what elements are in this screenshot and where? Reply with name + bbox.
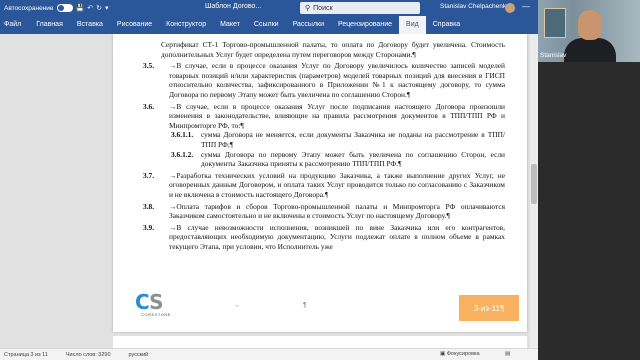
word-count[interactable]: Число слов: 3290 (62, 352, 111, 358)
chevron-down-icon[interactable]: ▾ (105, 4, 109, 12)
language-indicator[interactable]: русский (125, 352, 149, 358)
title-bar: Автосохранение 💾 ↶ ↻ ▾ Шаблон Догово... … (0, 0, 538, 16)
tab-view[interactable]: Вид (399, 16, 426, 34)
undo-icon[interactable]: ↶ (87, 4, 93, 12)
quick-access-toolbar: Автосохранение 💾 ↶ ↻ ▾ (0, 4, 150, 12)
paragraph-3-6-1-1: 3.6.1.1. сумма Договора не меняется, есл… (171, 130, 505, 149)
paragraph-number: 3.6.1.2. (171, 149, 194, 159)
tab-design[interactable]: Конструктор (159, 16, 213, 34)
paragraph-number: 3.6. (143, 101, 155, 111)
footer-pilcrow: ¶ (303, 302, 307, 309)
company-logo: CS CORESTONE (135, 292, 177, 322)
autosave-label: Автосохранение (4, 4, 54, 12)
paragraph-number: 3.8. (143, 201, 155, 211)
paragraph-text: →В случае, если в процессе оказания Услу… (169, 61, 505, 99)
tab-review[interactable]: Рецензирование (331, 16, 399, 34)
paragraph-text: →Оплата тарифов и сборов Торгово-промышл… (169, 201, 505, 221)
document-body[interactable]: Сертификат СТ-1 Торгово-промышленной пал… (143, 40, 505, 251)
paragraph-number: 3.7. (143, 170, 155, 180)
document-page[interactable]: Сертификат СТ-1 Торгово-промышленной пал… (113, 34, 527, 332)
toggle-knob (57, 5, 64, 11)
scroll-thumb[interactable] (531, 164, 537, 204)
paragraph-3-5: 3.5. →В случае, если в процессе оказания… (143, 61, 505, 99)
focus-mode-button[interactable]: ▣ Фокусировка (440, 351, 480, 357)
paragraph-text: сумма Договора по первому Этапу может бы… (201, 149, 505, 169)
save-icon[interactable]: 💾 (76, 4, 85, 12)
tab-home[interactable]: Главная (29, 16, 70, 34)
avatar[interactable] (505, 3, 515, 13)
search-placeholder: Поиск (313, 4, 333, 12)
word-window: Автосохранение 💾 ↶ ↻ ▾ Шаблон Догово... … (0, 0, 538, 360)
tab-layout[interactable]: Макет (213, 16, 247, 34)
logo-letter-s: S (149, 290, 163, 314)
search-input[interactable]: ⚲ Поиск (300, 2, 420, 14)
vertical-scrollbar[interactable] (530, 34, 538, 348)
logo-letter-c: C (135, 290, 150, 314)
paragraph-number: 3.5. (143, 61, 155, 71)
minimize-button[interactable]: — (522, 2, 530, 11)
paragraph: Сертификат СТ-1 Торгово-промышленной пал… (161, 40, 505, 59)
person-head (578, 10, 602, 40)
paragraph-text: →В случае, если в процессе оказания Услу… (169, 101, 505, 130)
ribbon-tabs: Файл Главная Вставка Рисование Конструкт… (0, 16, 538, 34)
tab-references[interactable]: Ссылки (247, 16, 286, 34)
page-number-badge: 3·из·11¶ (459, 295, 519, 321)
document-title[interactable]: Шаблон Догово... (205, 3, 261, 10)
next-page[interactable] (113, 336, 527, 348)
paragraph-text: →Разработка технических условий на проду… (169, 170, 505, 199)
redo-icon[interactable]: ↻ (96, 4, 102, 12)
paragraph-text: сумма Договора не меняется, если докумен… (201, 130, 505, 149)
tab-insert[interactable]: Вставка (70, 16, 110, 34)
tab-file[interactable]: Файл (0, 16, 29, 34)
paragraph-text: Сертификат СТ-1 Торгово-промышленной пал… (161, 40, 505, 59)
paragraph-3-7: 3.7. →Разработка технических условий на … (143, 171, 505, 200)
focus-label: Фокусировка (446, 351, 480, 357)
page-number-label: 3·из·11¶ (473, 303, 505, 313)
account-name[interactable]: Stanislav Chelpachenko (440, 3, 510, 10)
logo-subtitle: CORESTONE (141, 312, 171, 317)
paragraph-3-6-1-2: 3.6.1.2. сумма Договора по первому Этапу… (171, 150, 505, 169)
autosave-toggle[interactable] (56, 4, 73, 12)
paragraph-number: 3.6.1.1. (171, 130, 194, 140)
paragraph-3-8: 3.8. →Оплата тарифов и сборов Торгово-пр… (143, 202, 505, 221)
footer-tab-mark: → (233, 302, 240, 309)
page-indicator[interactable]: Страница 3 из 11 (0, 352, 48, 358)
webcam-video: Stanislav (538, 0, 640, 62)
paragraph-3-6: 3.6. →В случае, если в процессе оказания… (143, 102, 505, 131)
tab-mailings[interactable]: Рассылки (286, 16, 331, 34)
paragraph-number: 3.9. (143, 222, 155, 232)
webcam-panel: Stanislav (538, 0, 640, 360)
status-bar: Страница 3 из 11 Число слов: 3290 русски… (0, 348, 538, 360)
tab-help[interactable]: Справка (426, 16, 467, 34)
person-body (564, 38, 616, 62)
wall-picture (544, 8, 566, 38)
paragraph-text: →В случае невозможности исполнения, возн… (169, 222, 505, 251)
print-layout-icon[interactable]: ▤ (505, 351, 510, 357)
document-canvas: Сертификат СТ-1 Торгово-промышленной пал… (0, 34, 538, 348)
tab-draw[interactable]: Рисование (110, 16, 159, 34)
participant-name: Stanislav (540, 52, 567, 59)
paragraph-3-9: 3.9. →В случае невозможности исполнения,… (143, 223, 505, 252)
search-icon: ⚲ (305, 5, 311, 12)
